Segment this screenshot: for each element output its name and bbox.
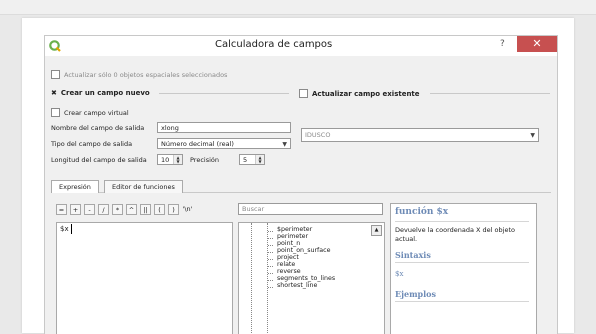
group-line-right <box>430 93 550 94</box>
field-name-label: Nombre del campo de salida <box>51 124 145 132</box>
help-examples-heading: Ejemplos <box>395 289 437 299</box>
expression-text: $x <box>60 225 69 233</box>
function-item-perimeter-dollar[interactable]: $perimeter <box>277 226 312 233</box>
function-item-segments-to-lines[interactable]: segments_to_lines <box>277 275 335 282</box>
field-type-select[interactable]: Número decimal (real) ▼ <box>157 138 291 149</box>
window-title: Calculadora de campos <box>215 39 333 50</box>
tree-connector <box>268 238 273 239</box>
tree-connector <box>268 280 273 281</box>
function-item-reverse[interactable]: reverse <box>277 268 301 275</box>
operator-divide-button[interactable]: / <box>98 204 109 215</box>
virtual-field-label: Crear campo virtual <box>64 108 129 117</box>
tree-connector <box>267 223 268 334</box>
expression-editor[interactable]: $x <box>56 222 233 334</box>
function-item-project[interactable]: project <box>277 254 299 261</box>
function-tree[interactable]: $perimeter perimeter point_n point_on_su… <box>238 222 385 334</box>
function-item-shortest-line[interactable]: shortest_line <box>277 282 317 289</box>
field-type-label: Tipo del campo de salida <box>51 140 133 148</box>
help-divider <box>395 221 529 222</box>
page-top-strip <box>0 0 596 15</box>
virtual-field-checkbox[interactable] <box>51 108 60 117</box>
tree-connector <box>268 273 273 274</box>
qgis-logo-icon <box>49 40 61 52</box>
field-length-spinbox[interactable]: 10 ▲ ▼ <box>157 154 183 165</box>
field-calculator-dialog: Calculadora de campos ? ✕ Actualizar sól… <box>44 35 558 334</box>
tree-connector <box>251 223 252 334</box>
tree-connector <box>268 259 273 260</box>
tree-connector <box>268 287 273 288</box>
field-type-value: Número decimal (real) <box>161 140 234 148</box>
operator-concat-button[interactable]: || <box>140 204 151 215</box>
tab-expression[interactable]: Expresión <box>51 180 99 193</box>
tree-connector <box>268 245 273 246</box>
scroll-up-button[interactable]: ▲ <box>371 225 382 236</box>
function-item-point-on-surface[interactable]: point_on_surface <box>277 247 330 254</box>
function-item-perimeter[interactable]: perimeter <box>277 233 308 240</box>
precision-spinbox[interactable]: 5 ▲ ▼ <box>239 154 265 165</box>
operator-power-button[interactable]: ^ <box>126 204 137 215</box>
title-bar: Calculadora de campos ? ✕ <box>45 36 557 56</box>
operator-multiply-button[interactable]: * <box>112 204 123 215</box>
update-existing-label: Actualizar campo existente <box>312 89 420 98</box>
operator-newline-button[interactable]: '\n' <box>182 204 193 215</box>
field-name-input[interactable]: xlong <box>157 122 291 133</box>
field-length-value: 10 <box>161 156 170 164</box>
operator-close-paren-button[interactable]: ) <box>168 204 179 215</box>
help-description: Devuelve la coordenada X del objeto actu… <box>395 226 515 243</box>
help-syntax-heading: Sintaxis <box>395 250 431 260</box>
field-length-label: Longitud del campo de salida <box>51 156 147 164</box>
existing-field-select[interactable]: IDUSCO ▼ <box>301 128 539 142</box>
help-divider <box>395 301 529 302</box>
operator-plus-button[interactable]: + <box>70 204 81 215</box>
spin-arrows-icon[interactable]: ▲ ▼ <box>255 155 264 164</box>
operator-minus-button[interactable]: - <box>84 204 95 215</box>
operator-equals-button[interactable]: = <box>56 204 67 215</box>
spin-arrows-icon[interactable]: ▲ ▼ <box>173 155 182 164</box>
update-selected-checkbox[interactable] <box>51 70 60 79</box>
tree-connector <box>268 266 273 267</box>
update-selected-row: Actualizar sólo 0 objetos espaciales sel… <box>51 70 227 79</box>
help-syntax-value: $x <box>395 270 404 278</box>
text-cursor <box>71 224 72 234</box>
precision-value: 5 <box>243 156 248 164</box>
search-input[interactable]: Buscar <box>238 203 383 215</box>
create-new-field-row: ✖ Crear un campo nuevo <box>51 89 150 97</box>
help-divider <box>395 262 529 263</box>
virtual-field-row: Crear campo virtual <box>51 108 129 117</box>
operator-toolbar: = + - / * ^ || ( ) '\n' <box>56 204 193 215</box>
chevron-down-icon: ▼ <box>282 141 287 148</box>
tree-connector <box>268 231 273 232</box>
help-title: función $x <box>395 207 449 217</box>
update-existing-checkbox[interactable] <box>299 89 308 98</box>
create-new-field-label: Crear un campo nuevo <box>60 89 150 97</box>
existing-field-value: IDUSCO <box>305 131 331 139</box>
search-placeholder: Buscar <box>242 205 265 213</box>
update-existing-row: Actualizar campo existente <box>299 89 420 98</box>
tree-connector <box>268 252 273 253</box>
function-item-relate[interactable]: relate <box>277 261 295 268</box>
function-help-panel: función $x Devuelve la coordenada X del … <box>390 203 537 334</box>
function-item-point-n[interactable]: point_n <box>277 240 300 247</box>
operator-open-paren-button[interactable]: ( <box>154 204 165 215</box>
close-button[interactable]: ✕ <box>517 36 557 52</box>
tab-function-editor[interactable]: Editor de funciones <box>104 180 183 193</box>
update-selected-label: Actualizar sólo 0 objetos espaciales sel… <box>64 70 228 79</box>
create-new-field-checkbox[interactable]: ✖ <box>51 89 57 97</box>
group-line-left <box>159 93 289 94</box>
help-button[interactable]: ? <box>500 39 505 49</box>
chevron-down-icon: ▼ <box>530 132 535 139</box>
precision-label: Precisión <box>190 156 220 164</box>
